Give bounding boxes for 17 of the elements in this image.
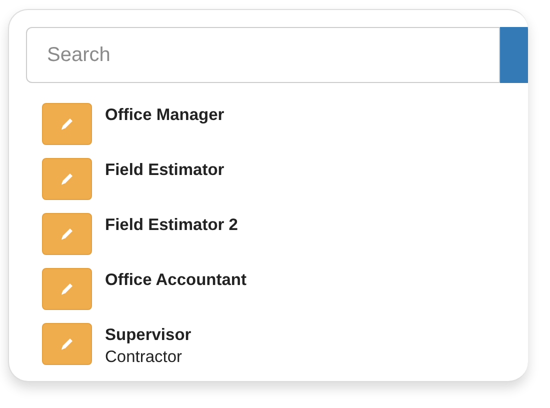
search-field[interactable]: Search xyxy=(26,27,500,83)
edit-button[interactable] xyxy=(42,323,92,365)
item-title: Field Estimator xyxy=(105,161,224,180)
item-title: Office Manager xyxy=(105,106,224,125)
pencil-icon xyxy=(59,281,75,297)
item-subtitle: Contractor xyxy=(105,348,184,367)
edit-button[interactable] xyxy=(42,103,92,145)
item-title: Supervisor xyxy=(105,326,192,345)
pencil-icon xyxy=(59,336,75,352)
item-title: Office Accountant xyxy=(105,271,246,290)
pencil-icon xyxy=(59,116,75,132)
pencil-icon xyxy=(59,226,75,242)
pencil-icon xyxy=(59,171,75,187)
edit-button[interactable] xyxy=(42,213,92,255)
edit-button[interactable] xyxy=(42,268,92,310)
item-title: Field Estimator 2 xyxy=(105,216,238,235)
edit-button[interactable] xyxy=(42,158,92,200)
